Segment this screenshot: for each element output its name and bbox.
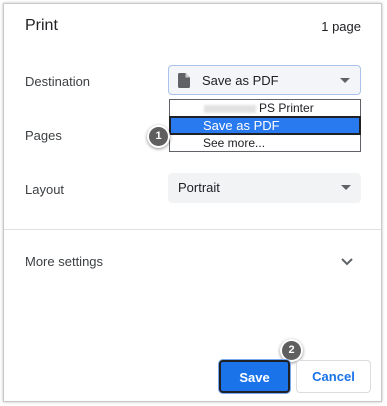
- redacted-printer-name: [204, 105, 256, 113]
- chevron-down-icon[interactable]: [340, 257, 354, 267]
- more-settings-toggle[interactable]: More settings: [25, 254, 103, 269]
- cancel-button[interactable]: Cancel: [296, 360, 371, 393]
- layout-select[interactable]: Portrait: [168, 173, 361, 203]
- destination-value: Save as PDF: [202, 73, 279, 88]
- dropdown-option-save-as-pdf[interactable]: Save as PDF: [169, 116, 361, 135]
- save-button[interactable]: Save: [219, 360, 290, 393]
- destination-label: Destination: [25, 74, 91, 89]
- section-divider: [4, 229, 381, 230]
- dropdown-option-ps-printer[interactable]: PS Printer: [170, 100, 360, 117]
- destination-select[interactable]: Save as PDF: [168, 65, 361, 95]
- layout-value: Portrait: [178, 180, 220, 195]
- print-dialog: Print 1 page Destination Save as PDF PS …: [3, 3, 382, 402]
- caret-down-icon: [340, 78, 350, 83]
- option-label: See more...: [203, 136, 266, 150]
- step-badge-1: 1: [149, 127, 168, 146]
- pages-label: Pages: [25, 128, 62, 143]
- layout-label: Layout: [25, 182, 65, 197]
- destination-dropdown: PS Printer Save as PDF See more...: [169, 99, 361, 152]
- dialog-title: Print: [25, 17, 58, 34]
- page-count: 1 page: [321, 19, 361, 34]
- dropdown-option-see-more[interactable]: See more...: [170, 135, 360, 152]
- option-label: PS Printer: [259, 101, 314, 115]
- document-icon: [178, 73, 190, 88]
- option-label: Save as PDF: [203, 118, 280, 133]
- step-badge-2: 2: [282, 341, 301, 360]
- caret-down-icon: [341, 185, 351, 190]
